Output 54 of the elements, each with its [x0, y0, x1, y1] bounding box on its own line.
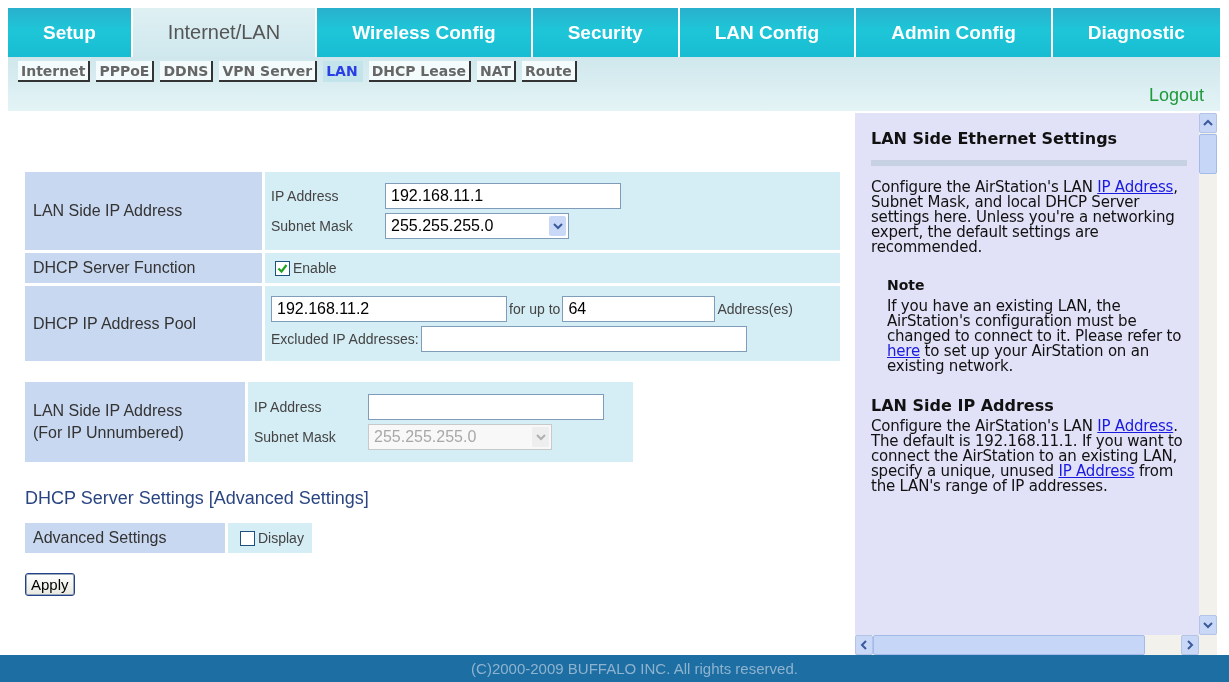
- setting-label: Advanced Settings: [25, 523, 225, 553]
- setting-label: LAN Side IP Address: [25, 172, 262, 250]
- help-heading: LAN Side IP Address: [871, 396, 1055, 415]
- sub-tab[interactable]: DDNS: [160, 61, 214, 82]
- sub-tab[interactable]: NAT: [477, 61, 517, 82]
- input-field[interactable]: 192.168.11.2: [271, 295, 507, 322]
- logout-link[interactable]: Logout: [1148, 85, 1204, 106]
- field-label: Subnet Mask: [254, 429, 337, 445]
- section-heading: DHCP Server Settings [Advanced Settings]: [25, 488, 369, 509]
- input-field[interactable]: [420, 325, 747, 352]
- setting-label: DHCP Server Function: [25, 253, 262, 283]
- sub-tab[interactable]: DHCP Lease: [368, 61, 472, 82]
- sub-tab[interactable]: LAN: [323, 61, 363, 82]
- nav-tab[interactable]: Internet/LAN: [132, 8, 316, 57]
- setting-label: DHCP IP Address Pool: [25, 286, 262, 361]
- apply-button[interactable]: Apply: [25, 573, 75, 596]
- checkbox[interactable]: [275, 260, 290, 276]
- help-link[interactable]: IP Address: [1097, 417, 1174, 435]
- scroll-thumb[interactable]: [1199, 134, 1217, 174]
- help-heading: LAN Side Ethernet Settings: [871, 129, 1119, 148]
- help-paragraph: Configure the AirStation's LAN IP Address. The default is 192.168.11.1. If you want to connect the AirStation to an existing LAN, specify a unique, unused IP Address from the LAN's range of IP addresses.: [871, 419, 1184, 494]
- input-field[interactable]: 192.168.11.1: [385, 183, 621, 209]
- scroll-thumb[interactable]: [873, 635, 1145, 655]
- field-label: IP Address: [254, 399, 323, 415]
- caret-icon: [549, 216, 566, 236]
- help-link[interactable]: here: [887, 342, 920, 360]
- sub-tab[interactable]: PPPoE: [96, 61, 155, 82]
- setting-label: LAN Side IP Address (For IP Unnumbered): [25, 382, 245, 462]
- copyright-text: (C)2000-2009 BUFFALO INC. All rights reserved.: [470, 660, 798, 677]
- field-label: Excluded IP Addresses:: [271, 330, 419, 347]
- checkbox[interactable]: [240, 530, 255, 546]
- caret-icon: [532, 427, 549, 447]
- field-label: IP Address: [271, 188, 340, 204]
- sub-tab[interactable]: VPN Server: [219, 61, 318, 82]
- sub-tab[interactable]: Route: [522, 61, 577, 82]
- scroll-down-icon[interactable]: [1199, 615, 1217, 635]
- scroll-up-icon[interactable]: [1199, 113, 1217, 133]
- checkbox-label: Display: [258, 530, 304, 546]
- horizontal-scrollbar[interactable]: [855, 635, 1217, 655]
- scroll-left-icon[interactable]: [855, 635, 873, 655]
- help-paragraph: If you have an existing LAN, the AirStation's configuration must be changed to connect to it. Please refer to here to set up your AirStation on an existing network.: [887, 299, 1183, 374]
- help-heading: Note: [887, 277, 926, 293]
- scroll-right-icon[interactable]: [1181, 635, 1199, 655]
- vertical-scrollbar[interactable]: [1199, 113, 1217, 635]
- dropdown[interactable]: 255.255.255.0: [385, 213, 569, 239]
- field-label: Subnet Mask: [271, 218, 354, 234]
- input-field[interactable]: 64: [562, 295, 716, 322]
- sub-tab[interactable]: Internet: [18, 61, 91, 82]
- field-label: Address(es): [717, 300, 793, 317]
- field-label: for up to: [509, 300, 561, 317]
- input-field[interactable]: [368, 394, 604, 420]
- help-link[interactable]: IP Address: [1097, 178, 1174, 196]
- checkbox-label: Enable: [293, 260, 337, 276]
- help-paragraph: Configure the AirStation's LAN IP Address, Subnet Mask, and local DHCP Server settings here. Unless you're a networking expert, the default settings are recommended.: [871, 180, 1179, 255]
